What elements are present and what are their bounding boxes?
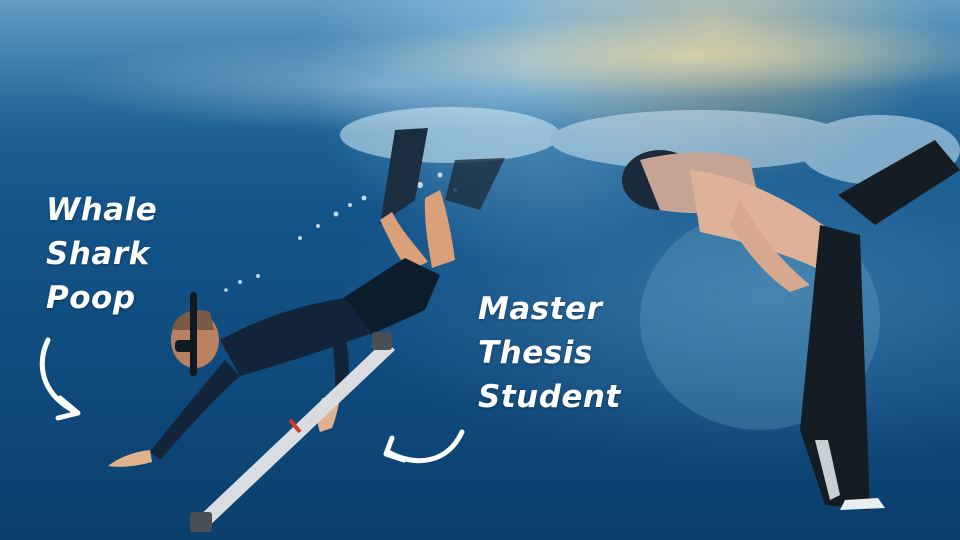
curved-arrow-left-icon [383,429,465,464]
student-diver [108,128,505,532]
master-thesis-student-label: Master Thesis Student [478,291,621,415]
whale-shark-poop-label: Whale Shark Poop [46,192,158,316]
underwater-photo: Whale Shark Poop Master Thesis Student [0,0,960,540]
curved-arrow-down-icon [39,337,81,421]
